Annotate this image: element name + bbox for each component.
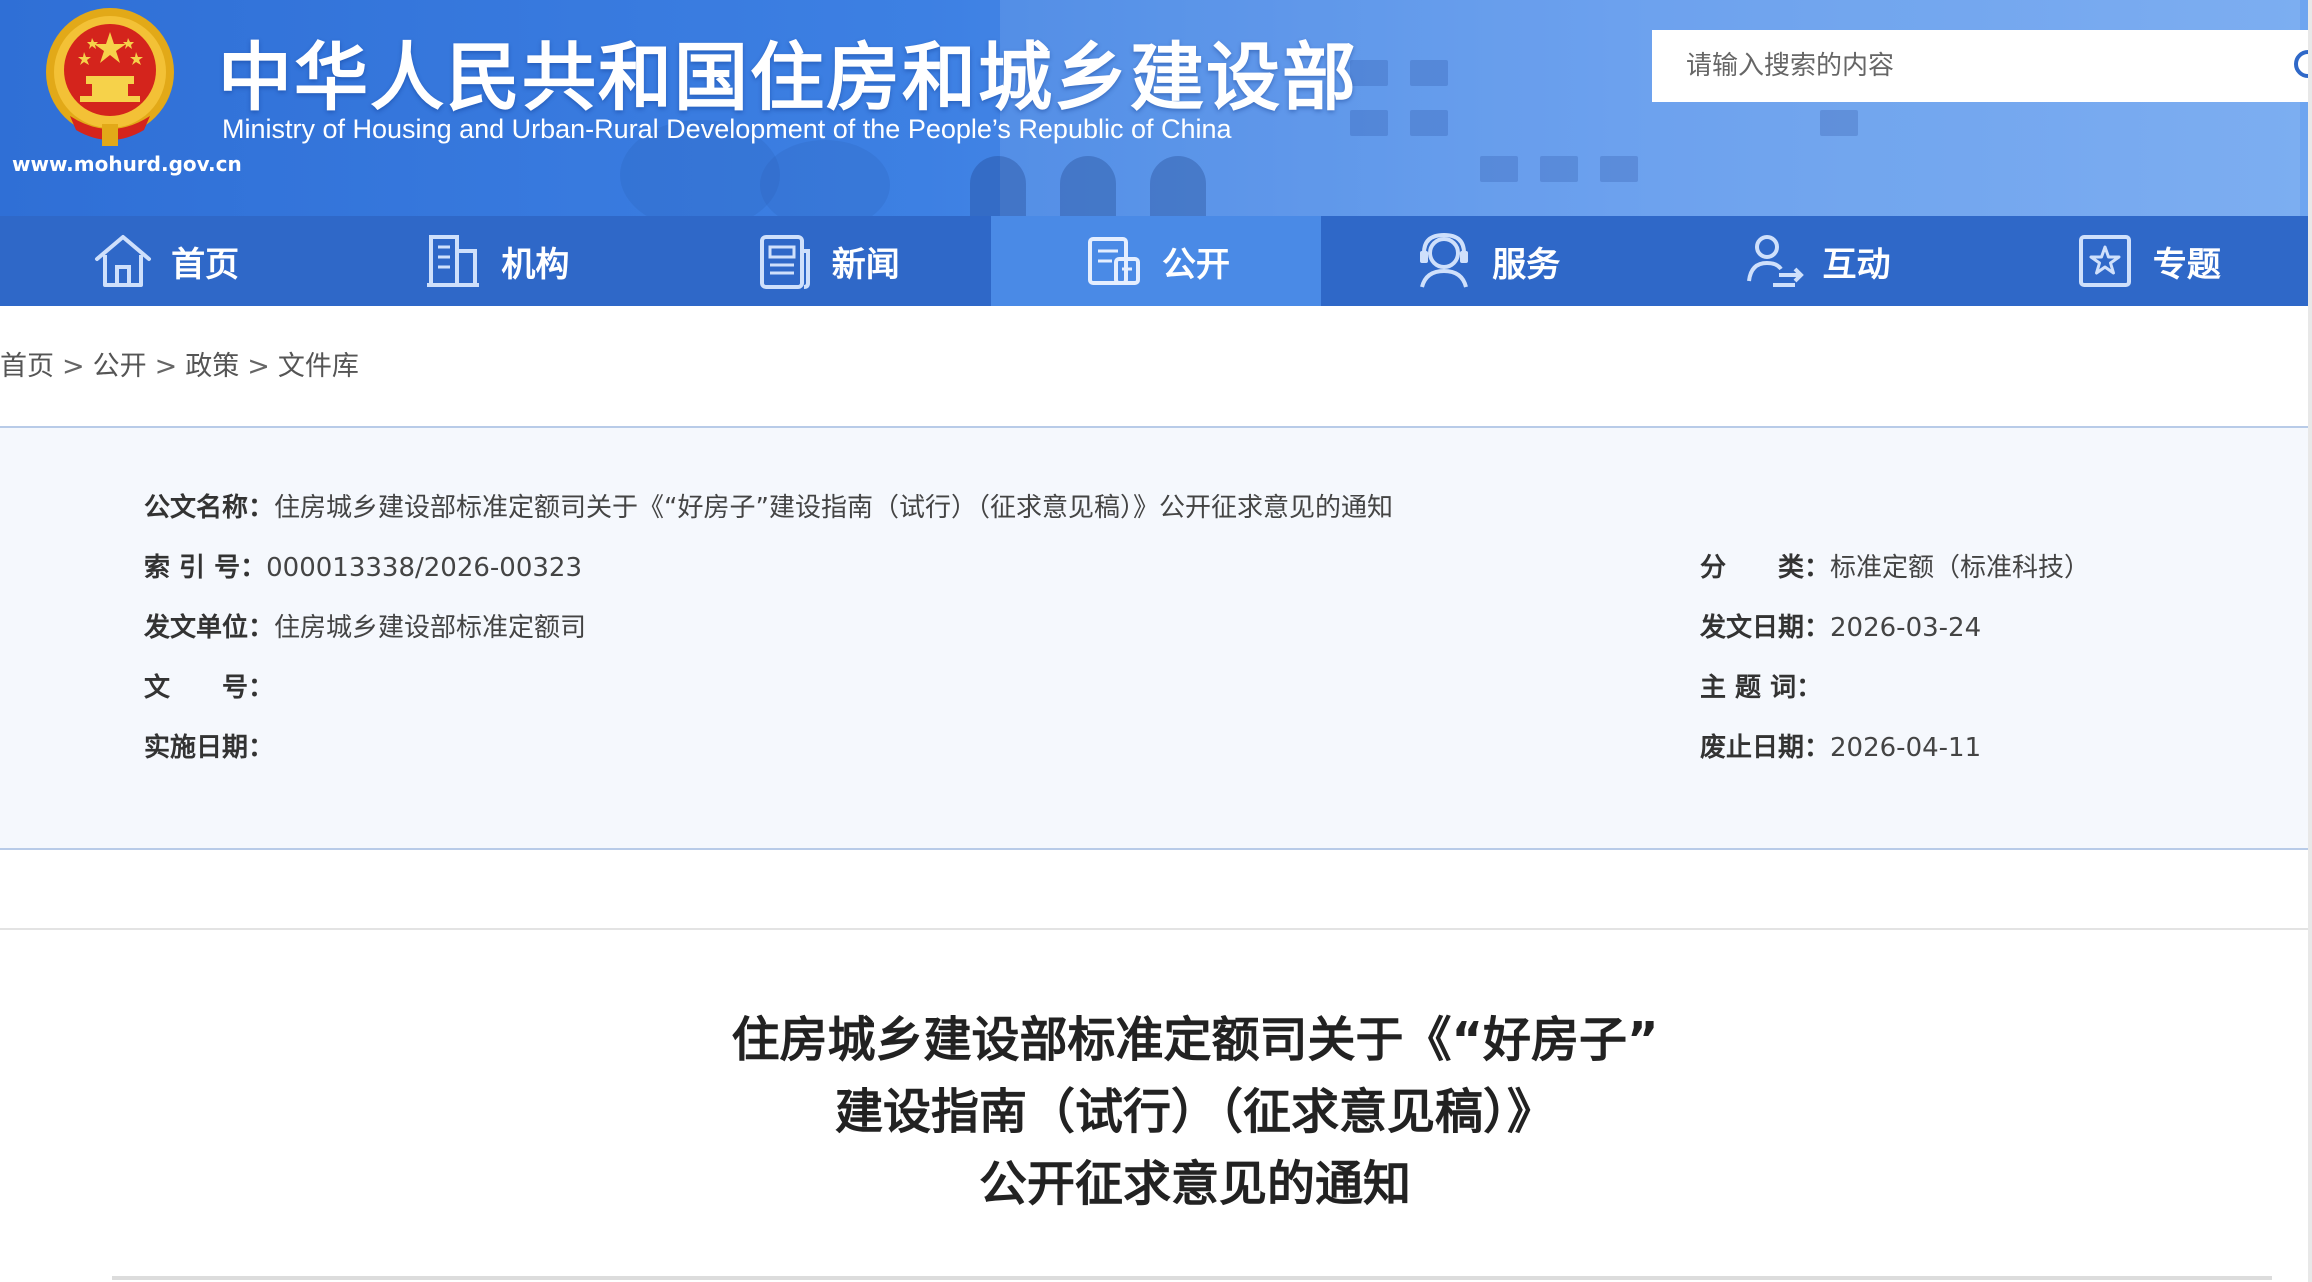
info-value: 住房城乡建设部标准定额司 <box>274 613 587 643</box>
breadcrumb: 首页 > 公开 > 政策 > 文件库 <box>0 344 359 384</box>
site-url: www.mohurd.gov.cn <box>12 152 242 176</box>
info-value: 标准定额（标准科技） <box>1830 553 2091 583</box>
info-label: 发文单位： <box>144 613 275 643</box>
info-value: 000013338/2026-00323 <box>266 553 583 583</box>
search-input[interactable] <box>1652 30 2312 102</box>
nav-item-news[interactable]: 新闻 <box>661 216 991 306</box>
info-doc-name: 公文名称：住房城乡建设部标准定额司关于《“好房子”建设指南（试行）（征求意见稿）… <box>144 488 1393 528</box>
article-title-line: 公开征求意见的通知 <box>978 1156 1411 1212</box>
nav-item-disclosure[interactable]: 公开 <box>990 216 1322 306</box>
nav-label: 服务 <box>1492 244 1561 285</box>
nav-label: 新闻 <box>831 244 900 285</box>
breadcrumb-home[interactable]: 首页 <box>0 351 54 382</box>
info-label: 废止日期： <box>1700 733 1831 763</box>
info-document-number: 文 号： <box>144 668 274 708</box>
breadcrumb-disclosure[interactable]: 公开 <box>93 351 147 382</box>
breadcrumb-separator: > <box>62 351 85 382</box>
header-banner: www.mohurd.gov.cn 中华人民共和国住房和城乡建设部 Minist… <box>0 0 2312 216</box>
info-label: 主 题 词： <box>1700 673 1823 703</box>
article-title-divider <box>112 1276 2272 1280</box>
nav-label: 专题 <box>2152 244 2221 285</box>
site-title-cn[interactable]: 中华人民共和国住房和城乡建设部 <box>218 18 1358 125</box>
national-emblem-icon <box>46 8 174 146</box>
banner-window <box>1600 156 1638 182</box>
article-title-line: 住房城乡建设部标准定额司关于《“好房子” <box>731 1012 1659 1068</box>
info-label: 文 号： <box>144 673 275 703</box>
banner-arch <box>1060 156 1116 216</box>
article-title-line: 建设指南（试行）（征求意见稿）》 <box>834 1084 1555 1140</box>
info-label: 索 引 号： <box>144 553 267 583</box>
banner-arch <box>970 156 1026 216</box>
banner-window <box>1480 156 1518 182</box>
breadcrumb-separator: > <box>154 351 178 382</box>
nav-item-home[interactable]: 首页 <box>0 216 330 306</box>
info-effective-date: 实施日期： <box>144 728 274 768</box>
nav-item-interaction[interactable]: 互动 <box>1651 216 1981 306</box>
info-label: 分 类： <box>1700 553 1831 583</box>
info-value: 2026-03-24 <box>1830 613 1982 643</box>
nav-label: 机构 <box>501 244 570 285</box>
nav-item-institutions[interactable]: 机构 <box>330 216 660 306</box>
banner-window <box>1410 110 1448 136</box>
info-category: 分 类：标准定额（标准科技） <box>1700 548 2090 588</box>
breadcrumb-policy[interactable]: 政策 <box>185 351 239 382</box>
nav-item-topics[interactable]: 专题 <box>1982 216 2312 306</box>
news-icon <box>759 235 810 289</box>
service-icon <box>1420 232 1469 288</box>
info-issuer: 发文单位：住房城乡建设部标准定额司 <box>144 608 586 648</box>
banner-window <box>1820 110 1858 136</box>
topic-star-icon <box>2078 235 2131 287</box>
info-label: 公文名称： <box>144 493 275 523</box>
banner-window <box>1540 156 1578 182</box>
banner-window <box>1410 60 1448 86</box>
page-scrollbar[interactable] <box>2308 0 2312 1282</box>
nav-label: 首页 <box>171 244 240 285</box>
info-expire-date: 废止日期：2026-04-11 <box>1700 728 1981 768</box>
article-title: 住房城乡建设部标准定额司关于《“好房子” 建设指南（试行）（征求意见稿）》 公开… <box>0 1004 2312 1220</box>
main-nav: 首页 机构 新闻 公开 服务 互动 专题 <box>0 216 2312 306</box>
document-info-panel: 公文名称：住房城乡建设部标准定额司关于《“好房子”建设指南（试行）（征求意见稿）… <box>0 426 2312 850</box>
info-subject-words: 主 题 词： <box>1700 668 1822 708</box>
interaction-icon <box>1746 235 1804 287</box>
info-value: 2026-04-11 <box>1830 733 1982 763</box>
nav-item-service[interactable]: 服务 <box>1321 216 1651 306</box>
building-icon <box>427 235 480 287</box>
info-value: 住房城乡建设部标准定额司关于《“好房子”建设指南（试行）（征求意见稿）》公开征求… <box>274 493 1393 523</box>
info-label: 发文日期： <box>1700 613 1831 643</box>
info-label: 实施日期： <box>144 733 275 763</box>
disclosure-icon <box>1087 237 1140 285</box>
banner-tree <box>760 140 890 216</box>
home-icon <box>95 235 152 287</box>
site-title-en: Ministry of Housing and Urban-Rural Deve… <box>222 114 1232 144</box>
breadcrumb-document-library[interactable]: 文件库 <box>278 351 359 382</box>
breadcrumb-separator: > <box>247 351 270 382</box>
info-index-number: 索 引 号：000013338/2026-00323 <box>144 548 582 588</box>
nav-label: 互动 <box>1822 244 1891 285</box>
banner-arch <box>1150 156 1206 216</box>
info-issue-date: 发文日期：2026-03-24 <box>1700 608 1981 648</box>
nav-label: 公开 <box>1161 244 1230 285</box>
section-divider <box>0 928 2312 930</box>
